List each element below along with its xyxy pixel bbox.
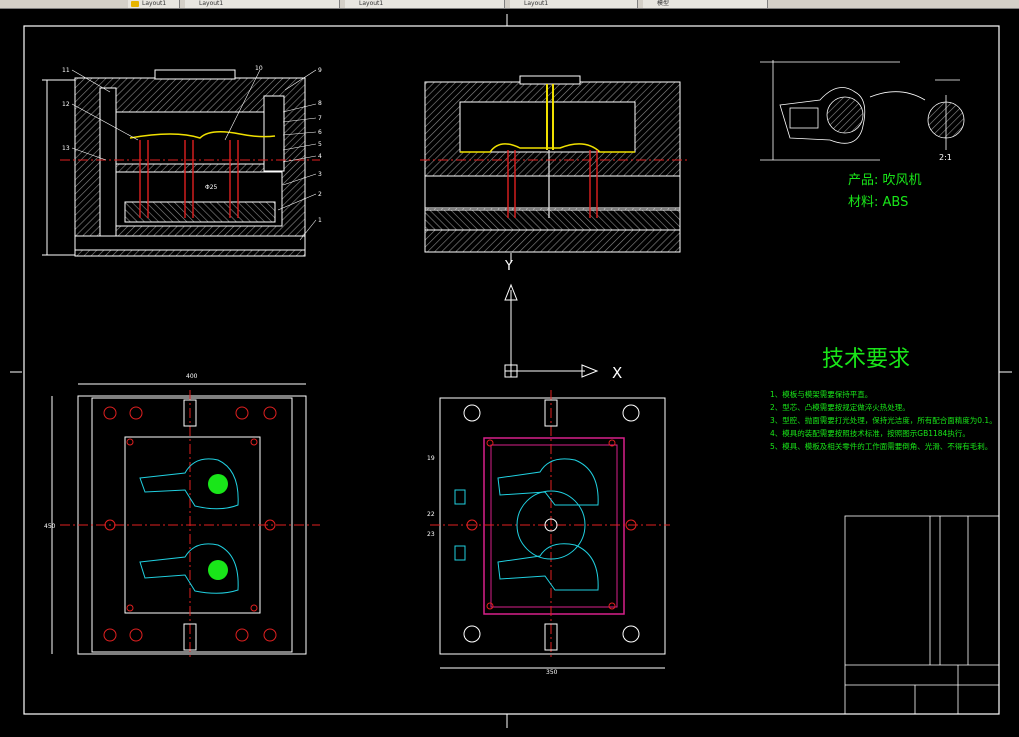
- tech-item: 3、型腔、抛面需要打光处理，保持光洁度，所有配合面精度为0.1。: [770, 415, 997, 425]
- layout-icon: [131, 1, 139, 7]
- tab-label: 模型: [657, 0, 670, 7]
- section-view-middle: [420, 75, 690, 253]
- label-4: 4: [318, 153, 322, 160]
- tech-item: 5、模具、模板及相关零件的工作面需要倒角、光滑、不得有毛刺。: [770, 441, 992, 451]
- label-12: 12: [62, 101, 70, 108]
- tab-label: Layout1: [142, 0, 167, 7]
- label-5: 5: [318, 141, 322, 148]
- label-22: 22: [427, 511, 435, 518]
- title-block: [844, 515, 1000, 715]
- axis-y-label: Y: [504, 259, 513, 274]
- label-9: 9: [318, 67, 322, 74]
- section-view-left: [42, 69, 320, 257]
- tech-item: 1、模板与模架需要保持平直。: [770, 389, 872, 399]
- tech-requirements-list: 1、模板与模架需要保持平直。 2、型芯、凸模需要按规定做淬火热处理。 3、型腔、…: [770, 389, 997, 451]
- dim-height-450: 450: [44, 523, 56, 530]
- tab-layout1-a[interactable]: Layout1: [128, 0, 180, 8]
- tab-layout1-c[interactable]: Layout1: [345, 0, 505, 8]
- label-2: 2: [318, 191, 322, 198]
- tab-layout1-b[interactable]: Layout1: [185, 0, 340, 8]
- label-11: 11: [62, 67, 70, 74]
- label-13: 13: [62, 145, 70, 152]
- label-7: 7: [318, 115, 322, 122]
- tab-model[interactable]: 模型: [643, 0, 768, 8]
- scale-2-1: 2:1: [939, 153, 952, 162]
- plan-view-middle: [430, 390, 670, 669]
- label-6: 6: [318, 129, 322, 136]
- label-3: 3: [318, 171, 322, 178]
- product-label: 产品: 吹风机: [848, 173, 922, 188]
- axis-x-label: X: [612, 364, 622, 382]
- label-1: 1: [318, 217, 322, 224]
- label-10: 10: [255, 65, 263, 72]
- tab-label: Layout1: [199, 0, 224, 7]
- plan-view-left: [51, 383, 320, 660]
- tech-item: 4、模具的装配需要按照技术标准，按照图示GB1184执行。: [770, 428, 970, 438]
- dim-width-400: 400: [186, 373, 198, 380]
- dim-phi25: Φ25: [205, 184, 218, 191]
- tech-item: 2、型芯、凸模需要按规定做淬火热处理。: [770, 402, 910, 412]
- tab-layout1-d[interactable]: Layout1: [510, 0, 638, 8]
- product-detail-view: [760, 60, 965, 161]
- drawing-canvas[interactable]: 11 12 13 10 9 8 7 6 5 4 3 2 1 Φ25 Y X 2:…: [0, 8, 1019, 733]
- material-label: 材料: ABS: [848, 195, 908, 210]
- ucs-axis-icon: [504, 253, 599, 378]
- part-labels-middle: 19 22 23: [427, 455, 435, 538]
- label-8: 8: [318, 100, 322, 107]
- dim-bottom-350: 350: [546, 669, 558, 676]
- label-19: 19: [427, 455, 435, 462]
- label-23: 23: [427, 531, 435, 538]
- tab-label: Layout1: [359, 0, 384, 7]
- tech-requirements-title: 技术要求: [822, 347, 910, 372]
- cad-drawing: 11 12 13 10 9 8 7 6 5 4 3 2 1 Φ25 Y X 2:…: [10, 14, 1012, 728]
- tab-label: Layout1: [524, 0, 549, 7]
